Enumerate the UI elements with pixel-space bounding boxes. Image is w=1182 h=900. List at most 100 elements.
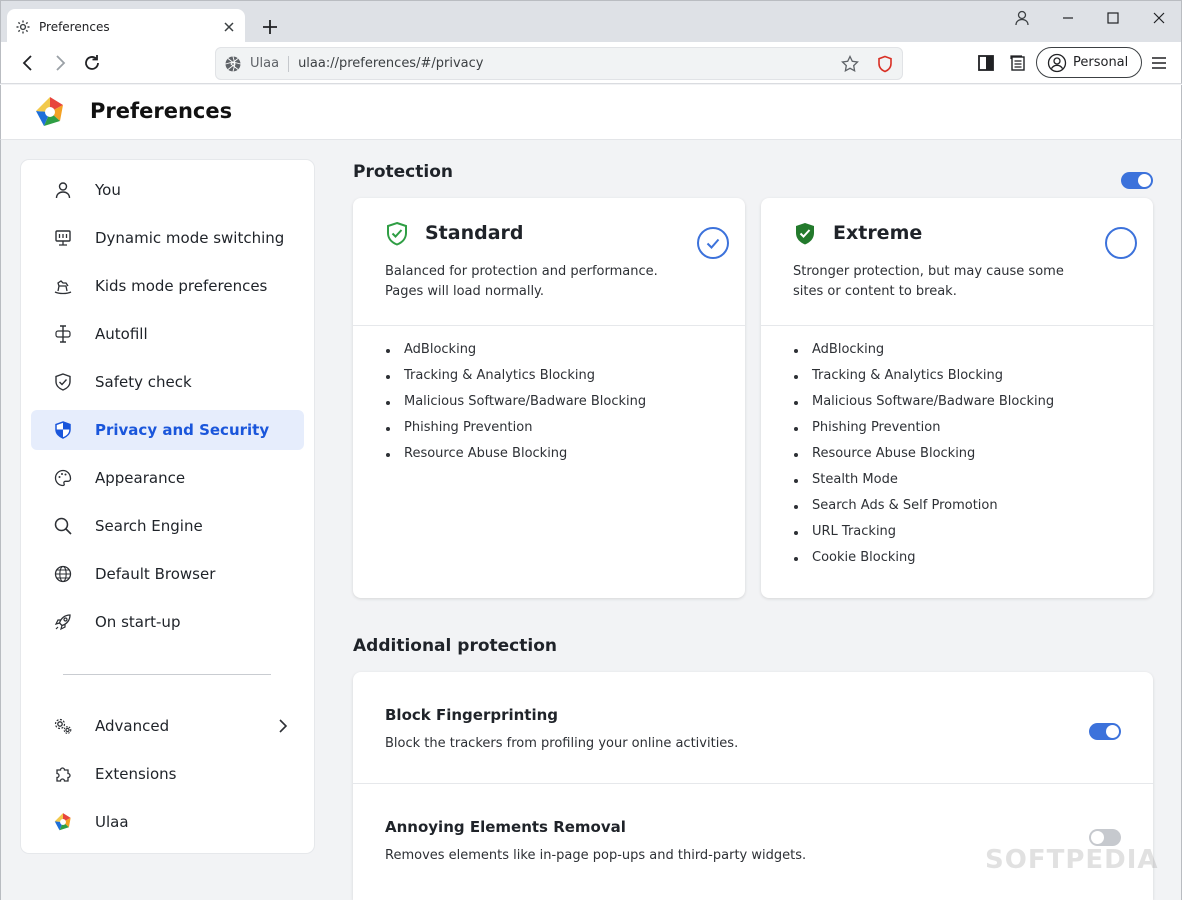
setting-row-block-fingerprinting: Block Fingerprinting Block the trackers … — [353, 672, 1153, 784]
url-text[interactable]: ulaa://preferences/#/privacy — [298, 56, 840, 71]
list-item: Resource Abuse Blocking — [385, 441, 646, 467]
page-header: Preferences — [0, 85, 1182, 140]
sidebar-item-label: Appearance — [95, 469, 186, 487]
page-scrollbar[interactable] — [1173, 160, 1179, 860]
forward-icon[interactable] — [49, 52, 71, 74]
plan-card-header: Standard Balanced for protection and per… — [353, 198, 745, 326]
list-item: Tracking & Analytics Blocking — [385, 363, 646, 389]
sidebar-item-you[interactable]: You — [31, 170, 304, 210]
ulaa-logo-icon — [36, 97, 63, 126]
setting-description: Block the trackers from profiling your o… — [385, 736, 739, 751]
checkmark-icon — [706, 238, 720, 249]
sidebar-item-label: On start-up — [95, 613, 181, 631]
omnibox-divider — [288, 55, 290, 72]
monitor-icon — [55, 230, 71, 246]
page-title: Preferences — [90, 99, 233, 123]
sidebar-item-label: Kids mode preferences — [95, 277, 268, 295]
sidebar-item-label: Default Browser — [95, 565, 216, 583]
toggle-knob — [1106, 725, 1119, 738]
toggle-knob — [1091, 831, 1104, 844]
protection-title: Protection — [353, 162, 453, 182]
plan-card-header: Extreme Stronger protection, but may cau… — [761, 198, 1153, 326]
plan-description: Balanced for protection and performance.… — [385, 264, 658, 299]
sidebar-item-label: Search Engine — [95, 517, 203, 535]
plan-radio-unselected[interactable] — [1105, 227, 1137, 259]
sidebar-item-on-startup[interactable]: On start-up — [31, 602, 304, 642]
rocking-horse-icon — [54, 280, 72, 295]
sidebar-toggle-icon[interactable] — [976, 53, 996, 73]
plan-feature-list: AdBlocking Tracking & Analytics Blocking… — [793, 337, 1054, 571]
list-item: Stealth Mode — [793, 467, 1054, 493]
sidebar-item-kids-mode[interactable]: Kids mode preferences — [31, 266, 304, 306]
toggle-knob — [1138, 174, 1151, 187]
gears-icon — [54, 718, 72, 734]
protection-toggle[interactable] — [1121, 172, 1153, 189]
rocket-icon — [54, 614, 71, 631]
plan-feature-list: AdBlocking Tracking & Analytics Blocking… — [385, 337, 646, 467]
tab-strip: Preferences — [0, 0, 1182, 44]
privacy-shield-icon — [55, 421, 71, 439]
account-icon[interactable] — [1012, 9, 1032, 27]
sidebar-item-privacy-security[interactable]: Privacy and Security — [31, 410, 304, 450]
reload-icon[interactable] — [81, 52, 103, 74]
watermark: SOFTPEDIA — [985, 845, 1159, 875]
tab-preferences[interactable]: Preferences — [7, 9, 245, 44]
sidebar-item-label: Advanced — [95, 717, 170, 735]
sidebar-item-label: Privacy and Security — [95, 421, 270, 439]
setting-row-annoying-elements: Annoying Elements Removal Removes elemen… — [353, 784, 1153, 896]
plan-description: Stronger protection, but may cause some … — [793, 264, 1064, 299]
list-item: AdBlocking — [385, 337, 646, 363]
close-icon[interactable] — [221, 19, 237, 35]
plan-name: Extreme — [833, 222, 923, 244]
list-item: Cookie Blocking — [793, 545, 1054, 571]
back-icon[interactable] — [17, 52, 39, 74]
sidebar-item-autofill[interactable]: Autofill — [31, 314, 304, 354]
sidebar-item-label: Autofill — [95, 325, 148, 343]
sidebar-item-ulaa[interactable]: Ulaa — [31, 802, 304, 842]
shield-check-filled-icon — [796, 223, 814, 245]
browser-toolbar: Ulaa ulaa://preferences/#/privacy Person… — [0, 42, 1182, 84]
sidebar-item-default-browser[interactable]: Default Browser — [31, 554, 304, 594]
plan-card-extreme[interactable]: Extreme Stronger protection, but may cau… — [761, 198, 1153, 598]
plan-card-standard[interactable]: Standard Balanced for protection and per… — [353, 198, 745, 598]
chevron-right-icon — [279, 719, 288, 733]
reading-list-icon[interactable] — [1008, 53, 1028, 73]
settings-sidebar: You Dynamic mode switching Kids mode pre… — [21, 160, 314, 853]
shield-icon[interactable] — [876, 55, 894, 73]
address-bar[interactable]: Ulaa ulaa://preferences/#/privacy — [215, 47, 903, 80]
annoying-elements-toggle[interactable] — [1089, 829, 1121, 846]
sidebar-item-extensions[interactable]: Extensions — [31, 754, 304, 794]
menu-icon[interactable] — [1149, 53, 1169, 73]
sidebar-item-safety-check[interactable]: Safety check — [31, 362, 304, 402]
plan-radio-selected[interactable] — [697, 227, 729, 259]
gear-icon — [16, 20, 30, 33]
sidebar-item-dynamic-mode[interactable]: Dynamic mode switching — [31, 218, 304, 258]
minimize-icon[interactable] — [1058, 9, 1078, 27]
sidebar-item-label: Ulaa — [95, 813, 129, 831]
setting-title: Annoying Elements Removal — [385, 818, 626, 836]
new-tab-plus-icon[interactable] — [260, 17, 280, 37]
site-info-icon[interactable] — [224, 55, 242, 73]
plan-name: Standard — [425, 222, 524, 244]
site-name: Ulaa — [250, 56, 280, 71]
list-item: AdBlocking — [793, 337, 1054, 363]
sidebar-item-advanced[interactable]: Advanced — [31, 706, 304, 746]
additional-protection-title: Additional protection — [353, 636, 557, 656]
avatar-icon — [1047, 53, 1067, 72]
puzzle-icon — [56, 767, 71, 782]
sidebar-item-label: Extensions — [95, 765, 177, 783]
profile-button[interactable]: Personal — [1036, 47, 1142, 78]
maximize-icon[interactable] — [1103, 9, 1123, 27]
list-item: Malicious Software/Badware Blocking — [385, 389, 646, 415]
list-item: Phishing Prevention — [793, 415, 1054, 441]
list-item: Malicious Software/Badware Blocking — [793, 389, 1054, 415]
ulaa-logo-icon — [54, 813, 71, 831]
bookmark-star-icon[interactable] — [840, 54, 860, 74]
block-fingerprinting-toggle[interactable] — [1089, 723, 1121, 740]
shield-check-icon — [387, 221, 407, 246]
sidebar-item-appearance[interactable]: Appearance — [31, 458, 304, 498]
list-item: Phishing Prevention — [385, 415, 646, 441]
sidebar-item-search-engine[interactable]: Search Engine — [31, 506, 304, 546]
close-window-icon[interactable] — [1149, 9, 1169, 27]
globe-icon — [54, 565, 72, 583]
